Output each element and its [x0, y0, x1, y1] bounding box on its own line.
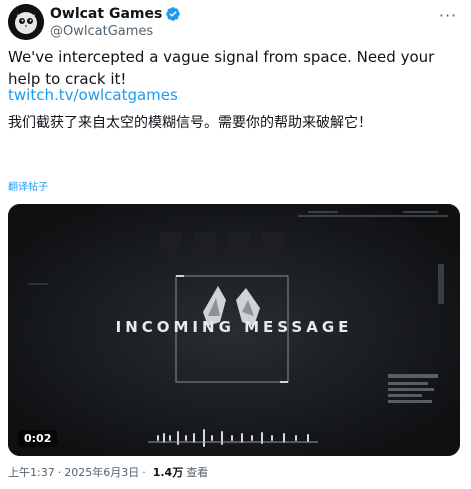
verified-badge-icon — [166, 7, 181, 21]
views-count: 1.4万 — [152, 466, 184, 479]
post-time[interactable]: 上午1:37 — [8, 464, 55, 480]
tweet-link[interactable]: twitch.tv/owlcatgames — [8, 86, 178, 104]
translate-post-link[interactable]: 翻译帖子 — [8, 178, 48, 193]
avatar[interactable] — [8, 4, 44, 40]
name-row: Owlcat Games — [50, 6, 181, 22]
meta-separator: · — [57, 465, 62, 479]
owl-logo-icon — [8, 4, 44, 40]
video-overlay-text: INCOMING MESSAGE — [115, 318, 353, 336]
handle[interactable]: @OwlcatGames — [50, 24, 153, 39]
ellipsis-icon: ··· — [438, 5, 458, 25]
views-label: 查看 — [186, 466, 209, 479]
video-duration-badge: 0:02 — [18, 430, 58, 447]
more-options-button[interactable]: ··· — [437, 4, 459, 26]
meta-separator-2: · — [142, 465, 146, 479]
tweet-meta: 上午1:37 · 2025年6月3日 · 1.4万 查看 — [8, 464, 208, 480]
display-name[interactable]: Owlcat Games — [50, 6, 162, 22]
tweet-text: We've intercepted a vague signal from sp… — [8, 48, 435, 88]
video-player[interactable]: INCOMING MESSAGE 0:02 — [8, 204, 460, 456]
post-date[interactable]: 2025年6月3日 — [64, 464, 139, 480]
tweet-chinese-text: 我们截获了来自太空的模糊信号。需要你的帮助来破解它！ — [8, 115, 372, 131]
tweet-header: Owlcat Games @OwlcatGames ··· — [8, 4, 463, 44]
